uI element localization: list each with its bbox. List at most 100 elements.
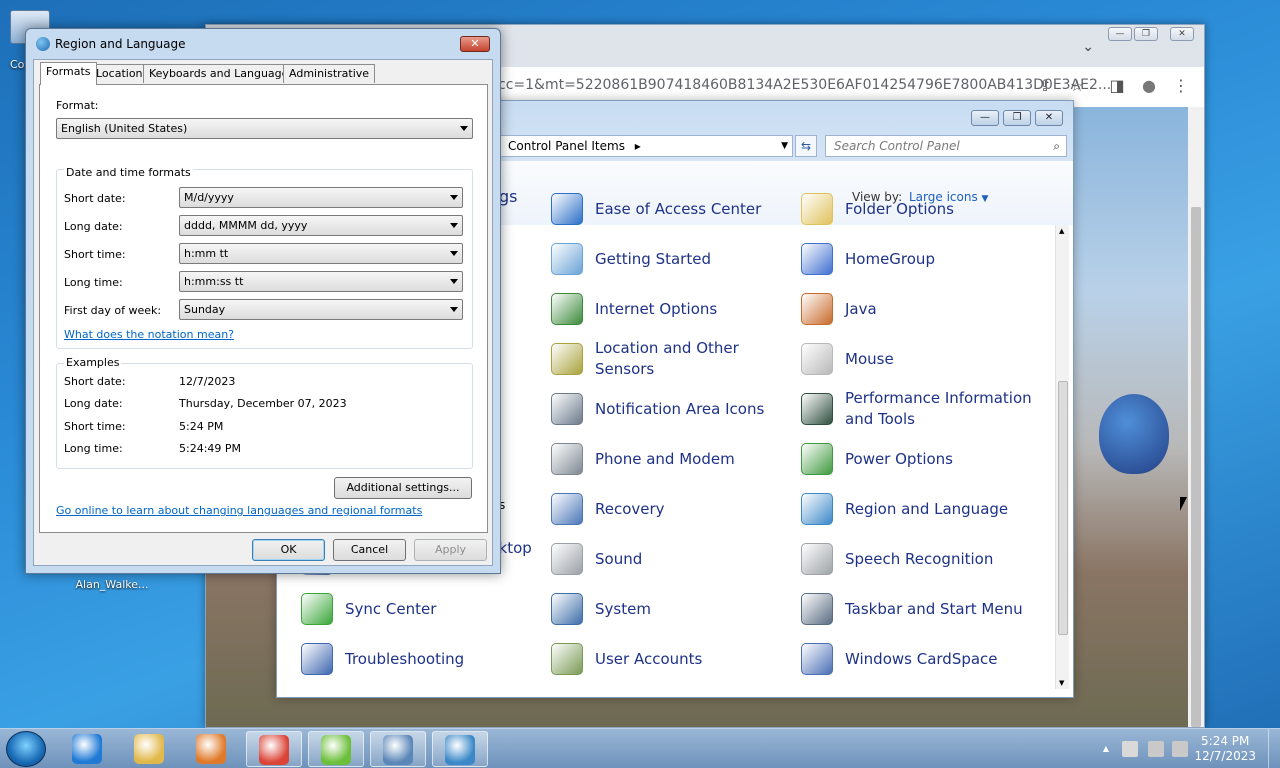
- cp-item-internet-options[interactable]: Internet Options: [551, 287, 791, 331]
- cp-item-java[interactable]: Java: [801, 287, 1041, 331]
- taskbar-network-button[interactable]: [370, 731, 426, 767]
- example-long-time-value: 5:24:49 PM: [179, 442, 242, 455]
- browser-minimize-button[interactable]: —: [1108, 27, 1132, 41]
- format-value: English (United States): [61, 122, 188, 135]
- tab-location[interactable]: Location: [90, 64, 149, 83]
- dialog-close-button[interactable]: ✕: [460, 36, 490, 52]
- desktop-user-folder[interactable]: Alan_Walke...: [70, 578, 154, 591]
- side-panel-icon[interactable]: ◨: [1106, 75, 1128, 97]
- cp-item-icon: [801, 193, 833, 225]
- cp-item-user-accounts[interactable]: User Accounts: [551, 637, 791, 681]
- cp-item-location-and-other-sensors[interactable]: Location and Other Sensors: [551, 337, 791, 381]
- tab-search-icon[interactable]: ⌄: [1082, 39, 1094, 55]
- cp-item-system[interactable]: System: [551, 587, 791, 631]
- tab-administrative[interactable]: Administrative: [283, 64, 376, 83]
- search-input[interactable]: Search Control Panel ⌕: [825, 135, 1067, 157]
- breadcrumb[interactable]: Control Panel Items ▸ ▼: [499, 135, 793, 157]
- cp-item-getting-started[interactable]: Getting Started: [551, 237, 791, 281]
- refresh-button[interactable]: ⇆: [795, 135, 817, 157]
- formats-panel: Format: English (United States) Date and…: [39, 84, 488, 533]
- cp-restore-button[interactable]: ❐: [1003, 110, 1031, 126]
- short-time-select[interactable]: h:mm tt: [179, 243, 463, 264]
- tab-formats[interactable]: Formats: [40, 62, 97, 85]
- cp-item-icon: [551, 643, 583, 675]
- taskbar-chrome-button[interactable]: [246, 731, 302, 767]
- taskbar-control-panel-button[interactable]: [308, 731, 364, 767]
- cp-item-folder-options[interactable]: Folder Options: [801, 187, 1041, 231]
- taskbar-internet-explorer-button[interactable]: [60, 731, 116, 767]
- cp-item-icon: [301, 643, 333, 675]
- search-icon[interactable]: ⌕: [1053, 136, 1060, 156]
- cp-item-sound[interactable]: Sound: [551, 537, 791, 581]
- cp-item-phone-and-modem[interactable]: Phone and Modem: [551, 437, 791, 481]
- menu-icon[interactable]: ⋮: [1170, 75, 1192, 97]
- cp-minimize-button[interactable]: —: [971, 110, 999, 126]
- cp-item-performance-information-and-tools[interactable]: Performance Information and Tools: [801, 387, 1041, 431]
- cp-item-mouse[interactable]: Mouse: [801, 337, 1041, 381]
- cp-item-sync-center[interactable]: Sync Center: [301, 587, 541, 631]
- cp-scroll-thumb[interactable]: [1058, 381, 1068, 635]
- cp-item-icon: [801, 643, 833, 675]
- cp-item-speech-recognition[interactable]: Speech Recognition: [801, 537, 1041, 581]
- browser-scrollbar[interactable]: [1188, 107, 1204, 727]
- cp-scrollbar[interactable]: ▲ ▼: [1055, 225, 1069, 689]
- system-clock[interactable]: 5:24 PM 12/7/2023: [1194, 734, 1256, 764]
- notation-help-link[interactable]: What does the notation mean?: [64, 328, 234, 341]
- long-date-select[interactable]: dddd, MMMM dd, yyyy: [179, 215, 463, 236]
- browser-scroll-thumb[interactable]: [1191, 207, 1201, 727]
- cp-item-power-options[interactable]: Power Options: [801, 437, 1041, 481]
- share-icon[interactable]: ⇪: [1034, 75, 1056, 97]
- start-button[interactable]: [6, 731, 46, 767]
- cp-item-label: Java: [845, 299, 877, 318]
- cp-item-recovery[interactable]: Recovery: [551, 487, 791, 531]
- ok-button[interactable]: OK: [252, 539, 325, 561]
- cp-close-button[interactable]: ✕: [1035, 110, 1063, 126]
- cp-item-icon: [801, 593, 833, 625]
- cp-item-windows-cardspace[interactable]: Windows CardSpace: [801, 637, 1041, 681]
- star-icon[interactable]: ☆: [1066, 75, 1088, 97]
- cp-item-icon: [551, 343, 583, 375]
- apply-button[interactable]: Apply: [414, 539, 487, 561]
- breadcrumb-arrow-icon[interactable]: ▸: [635, 139, 641, 153]
- cp-item-ease-of-access-center[interactable]: Ease of Access Center: [551, 187, 791, 231]
- cp-item-label: Windows CardSpace: [845, 649, 998, 668]
- long-time-select[interactable]: h:mm:ss tt: [179, 271, 463, 292]
- tab-keyboards-languages[interactable]: Keyboards and Languages: [143, 64, 301, 83]
- chevron-down-icon[interactable]: ▼: [781, 136, 788, 156]
- cp-item-notification-area-icons[interactable]: Notification Area Icons: [551, 387, 791, 431]
- cp-item-taskbar-and-start-menu[interactable]: Taskbar and Start Menu: [801, 587, 1041, 631]
- file-explorer-icon: [134, 734, 164, 764]
- additional-settings-button[interactable]: Additional settings...: [334, 477, 472, 499]
- date-time-group-label: Date and time formats: [64, 166, 193, 179]
- browser-restore-button[interactable]: ❐: [1134, 27, 1158, 41]
- profile-icon[interactable]: ●: [1138, 75, 1160, 97]
- chevron-down-icon: [460, 126, 468, 131]
- show-hidden-icons-button[interactable]: ▲: [1098, 741, 1114, 757]
- cp-item-troubleshooting[interactable]: Troubleshooting: [301, 637, 541, 681]
- control-panel-icon: [321, 735, 351, 765]
- first-day-select[interactable]: Sunday: [179, 299, 463, 320]
- example-long-date-label: Long date:: [64, 397, 123, 410]
- chevron-down-icon: [450, 223, 458, 228]
- taskbar-file-explorer-button[interactable]: [122, 731, 178, 767]
- online-help-link[interactable]: Go online to learn about changing langua…: [56, 504, 422, 517]
- cp-item-label: Power Options: [845, 449, 953, 468]
- desktop-icon-label: Alan_Walke...: [75, 578, 149, 591]
- volume-icon[interactable]: [1172, 741, 1188, 757]
- breadcrumb-item[interactable]: Control Panel Items: [508, 139, 625, 153]
- cp-item-region-and-language[interactable]: Region and Language: [801, 487, 1041, 531]
- cp-item-homegroup[interactable]: HomeGroup: [801, 237, 1041, 281]
- format-select[interactable]: English (United States): [56, 118, 473, 139]
- cancel-button[interactable]: Cancel: [333, 539, 406, 561]
- taskbar-region-globe-button[interactable]: [432, 731, 488, 767]
- short-date-select[interactable]: M/d/yyyy: [179, 187, 463, 208]
- show-desktop-button[interactable]: [1268, 729, 1280, 768]
- cp-item-icon: [551, 293, 583, 325]
- cp-item-label: Sound: [595, 549, 643, 568]
- browser-close-button[interactable]: ✕: [1170, 27, 1194, 41]
- clock-time: 5:24 PM: [1201, 734, 1250, 748]
- cp-item-icon: [551, 593, 583, 625]
- taskbar-media-player-button[interactable]: [184, 731, 240, 767]
- action-center-icon[interactable]: [1122, 741, 1138, 757]
- network-icon[interactable]: [1148, 741, 1164, 757]
